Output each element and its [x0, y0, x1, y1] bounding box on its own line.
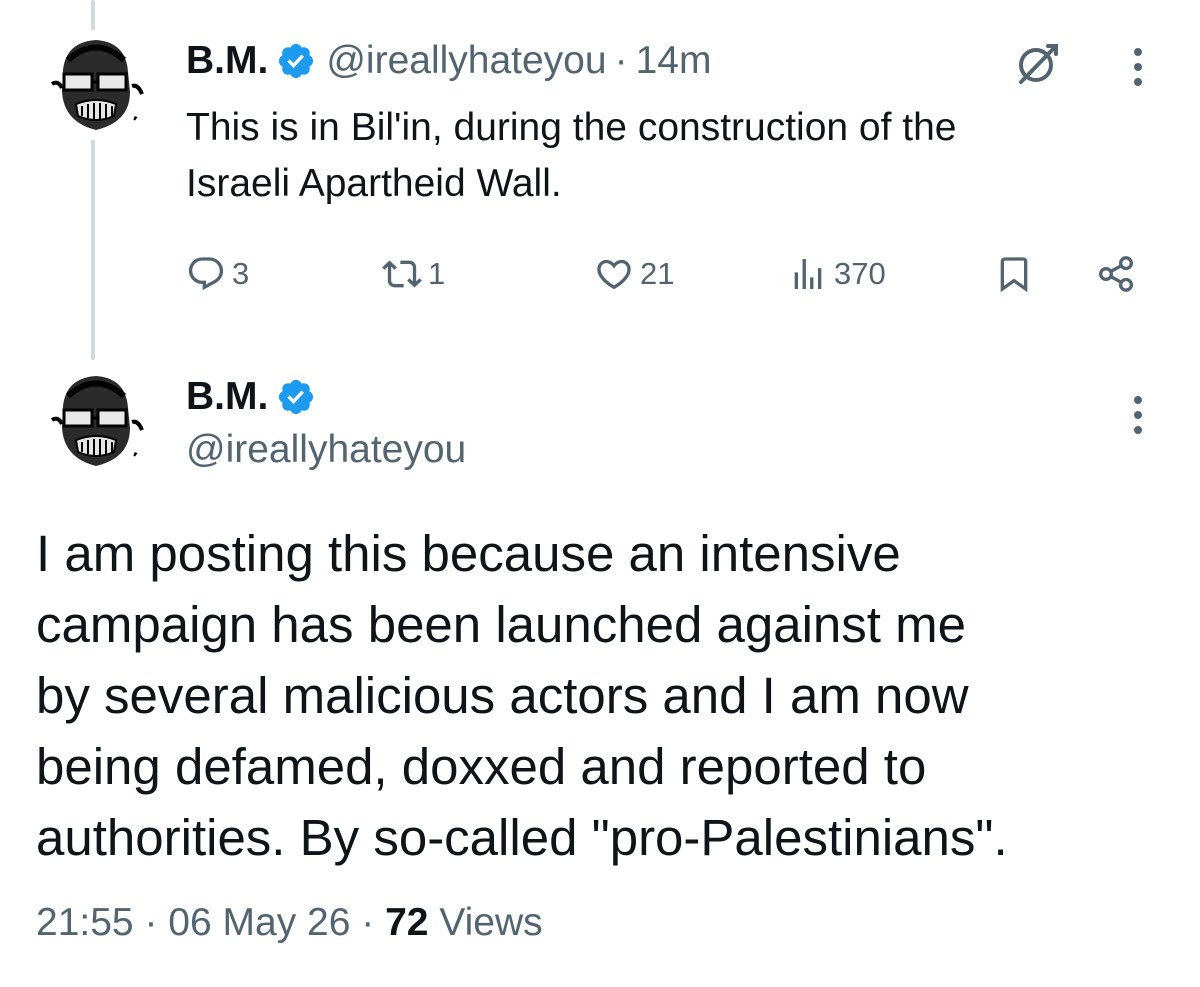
- repost-icon: [382, 260, 422, 288]
- more-icon[interactable]: [1128, 392, 1148, 442]
- header-separator: ·: [614, 39, 628, 82]
- share-button[interactable]: [1096, 246, 1142, 302]
- like-icon: [597, 259, 631, 290]
- tweet-text-line: being defamed, doxxed and reported to: [36, 738, 927, 795]
- meta-separator: ·: [144, 901, 158, 944]
- views-button[interactable]: 370: [788, 246, 886, 302]
- tweet-text: This is in Bil'in, during the constructi…: [186, 100, 1176, 212]
- author-name[interactable]: B.M.: [186, 375, 268, 419]
- views-count[interactable]: 72: [385, 901, 428, 944]
- avatar[interactable]: [38, 30, 148, 140]
- author-name-row: B.M.: [186, 371, 326, 423]
- share-icon: [1098, 256, 1134, 292]
- like-count: 21: [640, 256, 675, 291]
- tweet-text-line: by several malicious actors and I am now: [36, 667, 969, 724]
- reply-icon: [188, 257, 224, 291]
- views-label: Views: [439, 901, 543, 944]
- like-button[interactable]: 21: [594, 246, 674, 302]
- avatar-image: [38, 30, 148, 140]
- grok-icon[interactable]: [1012, 38, 1062, 88]
- author-handle[interactable]: @ireallyhateyou: [186, 424, 466, 476]
- bookmark-button[interactable]: [994, 246, 1040, 302]
- tweet-text-line: I am posting this because an intensive: [36, 525, 901, 582]
- tweet-text-line: Israeli Apartheid Wall.: [186, 162, 562, 205]
- repost-count: 1: [428, 256, 446, 291]
- tweet-meta: 21:55 · 06 May 26 · 72 Views: [36, 895, 543, 951]
- tweet-text-line: This is in Bil'in, during the constructi…: [186, 106, 957, 149]
- tweet-text-line: authorities. By so-called "pro-Palestini…: [36, 809, 1008, 866]
- views-count: 370: [834, 256, 886, 291]
- author-name[interactable]: B.M.: [186, 39, 268, 83]
- verified-badge-icon[interactable]: [276, 377, 316, 417]
- tweet-date[interactable]: 06 May 26: [168, 901, 350, 944]
- bookmark-icon: [1000, 257, 1028, 293]
- tweet-header: B.M. @ireallyhateyou · 14m: [186, 36, 711, 86]
- reply-count: 3: [232, 256, 250, 291]
- author-handle[interactable]: @ireallyhateyou: [326, 39, 606, 83]
- views-icon: [794, 259, 822, 289]
- more-icon[interactable]: [1128, 44, 1148, 94]
- verified-badge-icon[interactable]: [276, 41, 316, 81]
- repost-button[interactable]: 1: [382, 246, 445, 302]
- avatar[interactable]: [38, 366, 148, 476]
- meta-separator: ·: [361, 901, 375, 944]
- tweet-time[interactable]: 14m: [636, 39, 712, 83]
- reply-button[interactable]: 3: [186, 246, 249, 302]
- tweet-actions: 3 1 21 370: [186, 246, 1146, 302]
- tweet-text: I am posting this because an intensive c…: [36, 518, 1176, 873]
- tweet-time[interactable]: 21:55: [36, 901, 134, 944]
- tweet-text-line: campaign has been launched against me: [36, 596, 966, 653]
- avatar-image: [38, 366, 148, 476]
